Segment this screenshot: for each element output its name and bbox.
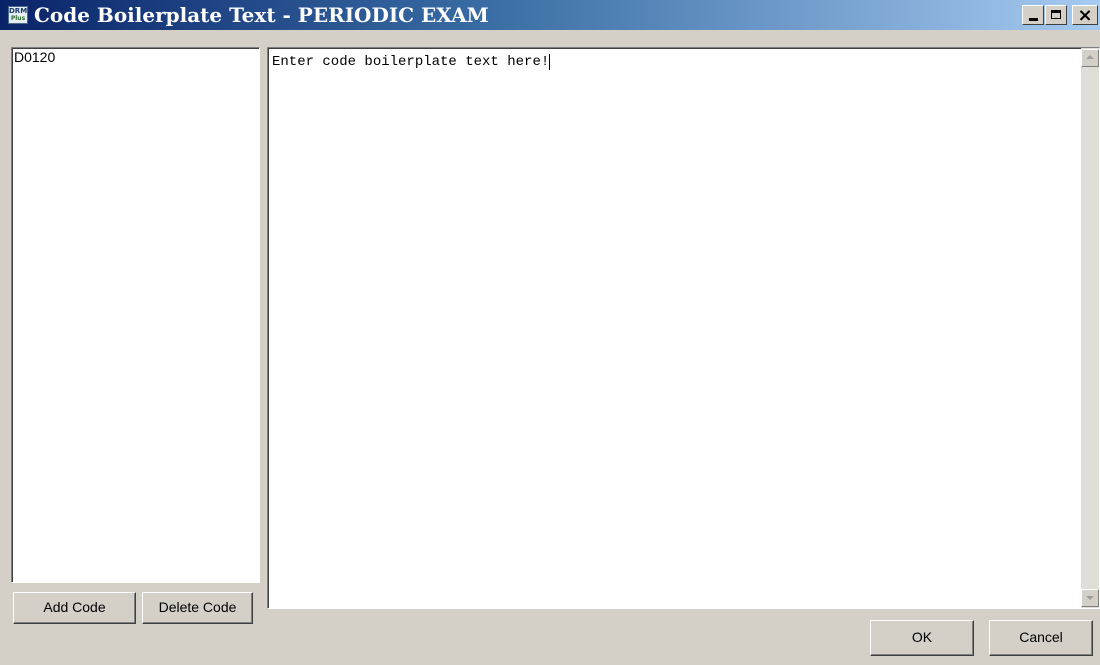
add-code-button[interactable]: Add Code xyxy=(13,592,136,624)
close-icon: × xyxy=(1077,5,1093,26)
text-caret xyxy=(549,54,551,70)
maximize-icon xyxy=(1051,10,1061,19)
maximize-button[interactable] xyxy=(1045,5,1067,25)
editor-text: Enter code boilerplate text here! xyxy=(272,54,550,70)
app-logo-subtext: Plus xyxy=(10,15,26,22)
title-bar[interactable]: DRM Plus Code Boilerplate Text - PERIODI… xyxy=(0,0,1100,30)
close-button[interactable]: × xyxy=(1072,5,1098,25)
editor-content[interactable]: Enter code boilerplate text here! xyxy=(272,54,551,70)
vertical-scrollbar[interactable] xyxy=(1081,48,1099,608)
ok-button[interactable]: OK xyxy=(870,620,974,656)
arrow-up-icon xyxy=(1086,55,1094,59)
app-logo-icon: DRM Plus xyxy=(8,6,28,24)
minimize-icon xyxy=(1029,18,1038,21)
cancel-button[interactable]: Cancel xyxy=(989,620,1093,656)
window-title: Code Boilerplate Text - PERIODIC EXAM xyxy=(34,3,489,27)
code-list[interactable]: D0120 xyxy=(11,47,260,583)
scroll-down-button[interactable] xyxy=(1081,589,1099,607)
code-list-item[interactable]: D0120 xyxy=(12,48,259,65)
arrow-down-icon xyxy=(1086,596,1094,600)
app-logo-text: DRM xyxy=(9,7,28,15)
boilerplate-text-editor[interactable]: Enter code boilerplate text here! xyxy=(267,47,1100,609)
delete-code-button[interactable]: Delete Code xyxy=(142,592,253,624)
scroll-up-button[interactable] xyxy=(1081,49,1099,67)
minimize-button[interactable] xyxy=(1022,5,1044,25)
